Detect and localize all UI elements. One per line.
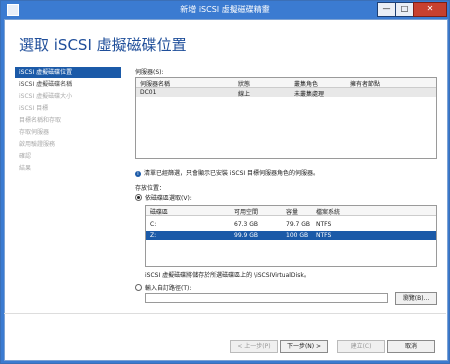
nav-item-location[interactable]: iSCSI 虛擬磁碟位置 bbox=[15, 67, 121, 78]
custom-path-radio[interactable] bbox=[135, 284, 142, 291]
custom-path-input[interactable] bbox=[145, 293, 388, 303]
col-status[interactable]: 狀態 bbox=[238, 79, 250, 88]
storage-location-label: 存放位置： bbox=[135, 185, 166, 192]
volume-cell: C: bbox=[150, 221, 157, 228]
minimize-button[interactable]: — bbox=[377, 2, 396, 17]
title-bar: 新增 iSCSI 虛擬磁碟精靈 — □ ✕ bbox=[1, 1, 449, 18]
capacity-cell: 79.7 GB bbox=[286, 221, 311, 228]
capacity-cell: 100 GB bbox=[286, 232, 309, 239]
cluster-role-cell: 未叢集處理 bbox=[294, 91, 325, 98]
next-button[interactable]: 下一步(N) > bbox=[280, 340, 328, 353]
nav-item-size: iSCSI 虛擬磁碟大小 bbox=[19, 93, 73, 100]
previous-button[interactable]: < 上一步(P) bbox=[230, 340, 278, 353]
file-system-cell: NTFS bbox=[316, 221, 332, 228]
server-table-header: 伺服器名稱 狀態 叢集角色 擁有者節點 bbox=[136, 78, 436, 88]
nav-item-confirm: 確認 bbox=[19, 153, 32, 160]
server-label: 伺服器(S): bbox=[135, 69, 164, 76]
col-capacity[interactable]: 容量 bbox=[286, 207, 298, 216]
wizard-window: 新增 iSCSI 虛擬磁碟精靈 — □ ✕ 選取 iSCSI 虛擬磁碟位置 iS… bbox=[0, 0, 450, 364]
footer-divider bbox=[4, 313, 446, 314]
col-volume[interactable]: 磁碟區 bbox=[150, 207, 168, 216]
file-system-cell: NTFS bbox=[316, 232, 332, 239]
col-cluster-role[interactable]: 叢集角色 bbox=[294, 79, 318, 88]
nav-item-access-servers: 存取伺服器 bbox=[19, 129, 50, 136]
wizard-client: 選取 iSCSI 虛擬磁碟位置 iSCSI 虛擬磁碟位置 iSCSI 虛擬磁碟名… bbox=[4, 19, 448, 361]
col-file-system[interactable]: 檔案系統 bbox=[316, 207, 340, 216]
nav-item-auth: 啟用驗證服務 bbox=[19, 141, 56, 148]
nav-item-name[interactable]: iSCSI 虛擬磁碟名稱 bbox=[15, 79, 121, 90]
volume-cell: Z: bbox=[150, 232, 157, 239]
create-button[interactable]: 建立(C) bbox=[337, 340, 385, 353]
custom-path-label[interactable]: 輸入自訂路徑(T): bbox=[145, 283, 191, 292]
filter-info-text: 清單已經篩選，只會顯示已安裝 iSCSI 目標伺服器角色的伺服器。 bbox=[144, 170, 320, 177]
select-by-volume-label[interactable]: 依磁碟區選取(V): bbox=[145, 193, 192, 202]
maximize-button[interactable]: □ bbox=[395, 2, 414, 17]
free-space-cell: 67.3 GB bbox=[234, 221, 259, 228]
storage-path-note: iSCSI 虛擬磁碟將儲存於所選磁碟區上的 \iSCSIVirtualDisk。 bbox=[145, 272, 310, 279]
browse-button[interactable]: 瀏覽(B)... bbox=[395, 292, 437, 305]
select-by-volume-radio[interactable] bbox=[135, 194, 142, 201]
main-panel: 伺服器(S): 伺服器名稱 狀態 叢集角色 擁有者節點 DC01 線上 未叢集處… bbox=[131, 65, 441, 325]
col-server-name[interactable]: 伺服器名稱 bbox=[140, 79, 170, 88]
free-space-cell: 99.9 GB bbox=[234, 232, 259, 239]
wizard-step-nav: iSCSI 虛擬磁碟位置 iSCSI 虛擬磁碟名稱 iSCSI 虛擬磁碟大小 i… bbox=[15, 67, 121, 175]
table-row[interactable]: C: 67.3 GB 79.7 GB NTFS bbox=[146, 220, 436, 229]
server-name-cell: DC01 bbox=[140, 89, 157, 96]
nav-item-results: 結果 bbox=[19, 165, 32, 172]
volume-table[interactable]: 磁碟區 可用空間 容量 檔案系統 C: 67.3 GB 79.7 GB NTFS… bbox=[145, 205, 437, 267]
filter-info: i 清單已經篩選，只會顯示已安裝 iSCSI 目標伺服器角色的伺服器。 bbox=[135, 168, 319, 177]
nav-item-target-access: 目標名稱和存取 bbox=[19, 117, 62, 124]
page-title: 選取 iSCSI 虛擬磁碟位置 bbox=[19, 36, 187, 54]
nav-item-target: iSCSI 目標 bbox=[19, 105, 49, 112]
table-row[interactable]: DC01 線上 未叢集處理 bbox=[136, 88, 436, 98]
cancel-button[interactable]: 取消 bbox=[387, 340, 435, 353]
status-cell: 線上 bbox=[238, 91, 251, 98]
col-free-space[interactable]: 可用空間 bbox=[234, 207, 258, 216]
close-button[interactable]: ✕ bbox=[413, 2, 447, 17]
volume-table-header: 磁碟區 可用空間 容量 檔案系統 bbox=[146, 206, 436, 216]
col-owner-node[interactable]: 擁有者節點 bbox=[350, 79, 380, 88]
info-icon: i bbox=[135, 170, 141, 177]
server-table[interactable]: 伺服器名稱 狀態 叢集角色 擁有者節點 DC01 線上 未叢集處理 bbox=[135, 77, 437, 159]
table-row-selected[interactable]: Z: 99.9 GB 100 GB NTFS bbox=[146, 231, 436, 240]
